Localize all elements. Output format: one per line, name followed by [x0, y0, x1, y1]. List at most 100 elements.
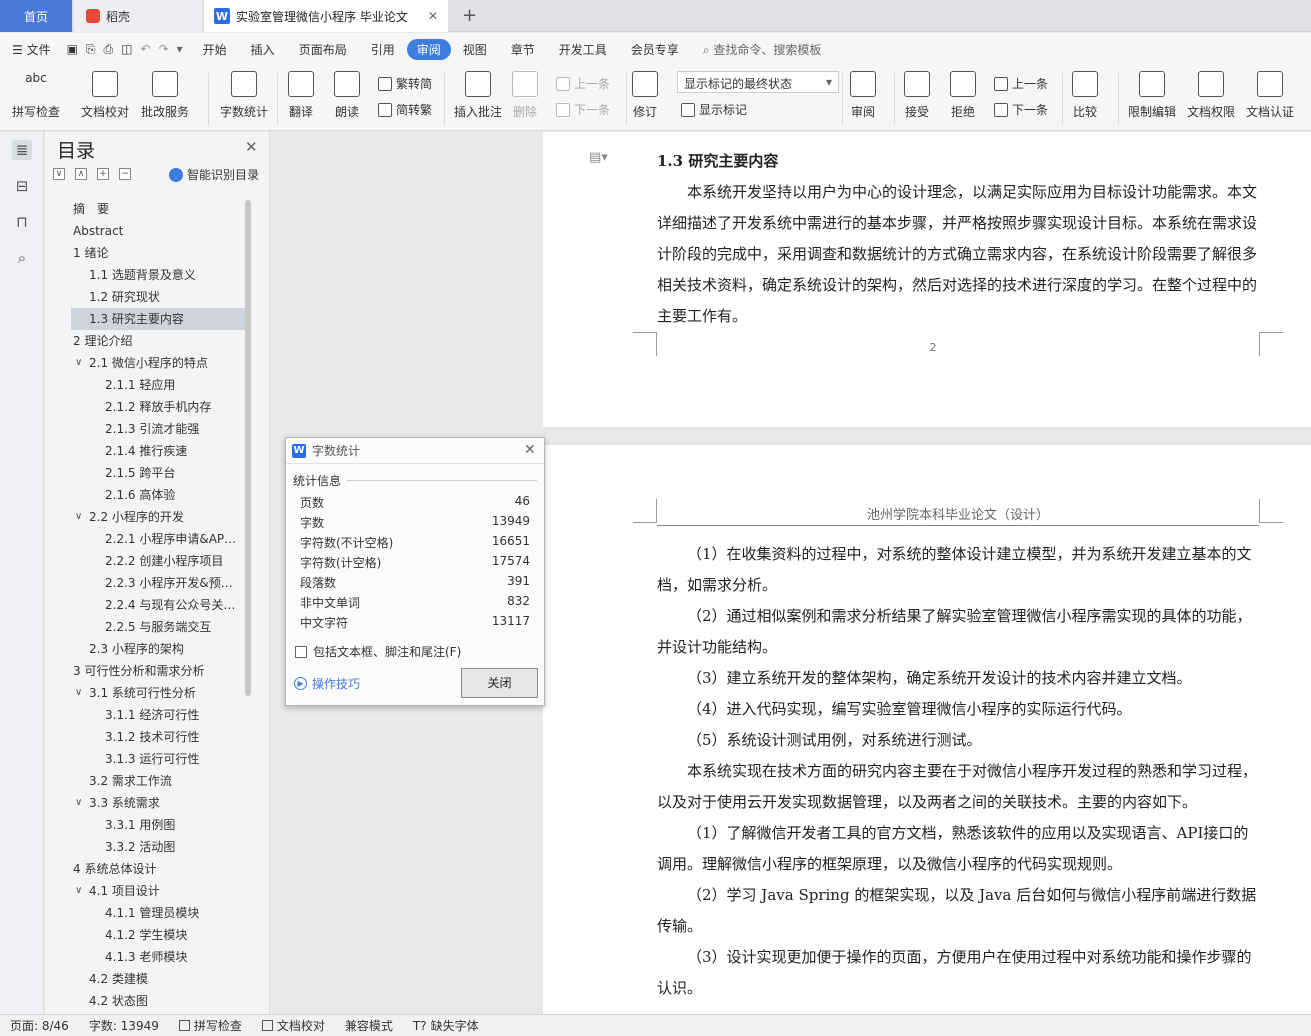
outline-item[interactable]: 3.3.2 活动图: [71, 836, 245, 858]
search-icon[interactable]: ⌕: [12, 248, 32, 268]
menu-member[interactable]: 会员专享: [619, 41, 691, 58]
outline-item[interactable]: 2.1.3 引流才能强: [71, 418, 245, 440]
outline-item[interactable]: 2.2.5 与服务端交互: [71, 616, 245, 638]
close-button[interactable]: 关闭: [461, 668, 538, 698]
doc-auth-button[interactable]: 文档认证: [1246, 71, 1294, 120]
spell-check-button[interactable]: abc 拼写检查: [12, 71, 60, 120]
markup-state-select[interactable]: 显示标记的最终状态 ▾: [677, 71, 839, 93]
new-tab-button[interactable]: +: [462, 5, 477, 26]
menu-file[interactable]: ☰ 文件: [0, 41, 63, 58]
outline-item[interactable]: 3.1.1 经济可行性: [71, 704, 245, 726]
word-count-indicator[interactable]: 字数: 13949: [79, 1017, 169, 1034]
outline-item[interactable]: ∨ 2.2 小程序的开发: [71, 506, 245, 528]
show-markup-button[interactable]: 显示标记: [681, 101, 747, 118]
outline-item[interactable]: 2.2.2 创建小程序项目: [71, 550, 245, 572]
tab-home[interactable]: 首页: [0, 0, 72, 32]
menu-insert[interactable]: 插入: [239, 41, 287, 58]
next-change-button[interactable]: 下一条: [994, 101, 1048, 118]
tab-document[interactable]: W 实验室管理微信小程序 毕业论文 ✕: [204, 0, 448, 32]
trad-to-simp-button[interactable]: 繁转简: [378, 75, 432, 92]
tips-link[interactable]: ▶ 操作技巧: [294, 675, 360, 692]
outline-item[interactable]: 3.1.2 技术可行性: [71, 726, 245, 748]
redo-icon[interactable]: ↷: [155, 42, 173, 56]
outline-item[interactable]: 3.3.1 用例图: [71, 814, 245, 836]
reject-button[interactable]: 拒绝: [950, 71, 976, 120]
command-search[interactable]: ⌕ 查找命令、搜索模板: [691, 41, 834, 58]
simp-to-trad-button[interactable]: 简转繁: [378, 101, 432, 118]
outline-item[interactable]: 4.1.2 学生模块: [71, 924, 245, 946]
outline-item[interactable]: ∨3 可行性分析和需求分析: [71, 660, 245, 682]
preview-icon[interactable]: ◫: [117, 42, 136, 56]
menu-review[interactable]: 审阅: [406, 38, 451, 60]
outline-item[interactable]: 2.1.1 轻应用: [71, 374, 245, 396]
undo-icon[interactable]: ↶: [137, 42, 155, 56]
outline-item[interactable]: 2.2.3 小程序开发&预…: [71, 572, 245, 594]
compat-mode-status[interactable]: 兼容模式: [335, 1017, 403, 1034]
outline-item[interactable]: Abstract: [71, 220, 245, 242]
prev-comment-button[interactable]: 上一条: [556, 75, 610, 92]
outline-item[interactable]: 1.3 研究主要内容: [71, 308, 245, 330]
menu-layout[interactable]: 页面布局: [287, 41, 359, 58]
correction-service-button[interactable]: 批改服务: [141, 71, 189, 120]
close-icon[interactable]: ✕: [524, 442, 536, 458]
outline-item[interactable]: ∨ 2.1 微信小程序的特点: [71, 352, 245, 374]
delete-comment-button[interactable]: 删除: [512, 71, 538, 120]
word-count-button[interactable]: 字数统计: [220, 71, 268, 120]
close-icon[interactable]: ✕: [245, 138, 258, 156]
missing-font-status[interactable]: T? 缺失字体: [403, 1017, 489, 1034]
tab-shell[interactable]: 稻壳: [74, 0, 202, 32]
chevron-down-icon[interactable]: ∨: [75, 682, 82, 704]
menu-developer[interactable]: 开发工具: [547, 41, 619, 58]
chevron-down-icon[interactable]: ∨: [75, 506, 82, 528]
outline-item[interactable]: 3.2 需求工作流: [71, 770, 245, 792]
outline-item[interactable]: ∨ 3.1 系统可行性分析: [71, 682, 245, 704]
outline-item[interactable]: ∨2 理论介绍: [71, 330, 245, 352]
remove-heading-icon[interactable]: −: [119, 168, 131, 180]
outline-item[interactable]: 2.2.1 小程序申请&AP…: [71, 528, 245, 550]
outline-item[interactable]: 4.1.1 管理员模块: [71, 902, 245, 924]
menu-references[interactable]: 引用: [359, 41, 407, 58]
restrict-edit-button[interactable]: 限制编辑: [1128, 71, 1176, 120]
outline-item[interactable]: 4.2 类建模: [71, 968, 245, 990]
spell-check-status[interactable]: 拼写检查: [169, 1017, 252, 1034]
include-textbox-checkbox[interactable]: 包括文本框、脚注和尾注(F): [295, 643, 461, 660]
proofread-status[interactable]: 文档校对: [252, 1017, 335, 1034]
outline-item[interactable]: ∨4 系统总体设计: [71, 858, 245, 880]
chevron-down-icon[interactable]: ∨: [75, 880, 82, 902]
outline-item[interactable]: ∨ 4.1 项目设计: [71, 880, 245, 902]
accept-button[interactable]: 接受: [904, 71, 930, 120]
prev-change-button[interactable]: 上一条: [994, 75, 1048, 92]
outline-item[interactable]: ∨1 绪论: [71, 242, 245, 264]
paragraph-format-icon[interactable]: ▤▾: [589, 150, 608, 165]
outline-item[interactable]: 1.2 研究现状: [71, 286, 245, 308]
outline-item[interactable]: 4.2 状态图: [71, 990, 245, 1012]
customize-icon[interactable]: ▾: [173, 42, 191, 56]
outline-scrollbar[interactable]: [245, 200, 251, 696]
chevron-down-icon[interactable]: ∨: [75, 792, 82, 814]
next-comment-button[interactable]: 下一条: [556, 101, 610, 118]
chevron-down-icon[interactable]: ∨: [75, 352, 82, 374]
bookmark-icon[interactable]: ⊓: [12, 212, 32, 232]
outline-item[interactable]: ∨ 3.3 系统需求: [71, 792, 245, 814]
outline-item[interactable]: 2.1.6 高体验: [71, 484, 245, 506]
outline-item[interactable]: 3.1.3 运行可行性: [71, 748, 245, 770]
compare-button[interactable]: 比较: [1072, 71, 1098, 120]
insert-comment-button[interactable]: 插入批注: [454, 71, 502, 120]
doc-rights-button[interactable]: 文档权限: [1187, 71, 1235, 120]
outline-item[interactable]: 1.1 选题背景及意义: [71, 264, 245, 286]
page-indicator[interactable]: 页面: 8/46: [0, 1017, 79, 1034]
expand-icon[interactable]: ∧: [75, 168, 87, 180]
print-icon[interactable]: ⎙: [100, 42, 118, 57]
outline-item[interactable]: 2.3 小程序的架构: [71, 638, 245, 660]
chapter-nav-icon[interactable]: ⊟: [12, 176, 32, 196]
track-changes-button[interactable]: 修订: [632, 71, 658, 120]
save-icon[interactable]: ▣: [63, 42, 82, 56]
add-heading-icon[interactable]: +: [97, 168, 109, 180]
translate-button[interactable]: 翻译: [288, 71, 314, 120]
outline-item[interactable]: 2.1.4 推行疾速: [71, 440, 245, 462]
outline-item[interactable]: 2.1.2 释放手机内存: [71, 396, 245, 418]
menu-view[interactable]: 视图: [451, 41, 499, 58]
review-pane-button[interactable]: 审阅: [850, 71, 876, 120]
menu-chapter[interactable]: 章节: [499, 41, 547, 58]
read-aloud-button[interactable]: 朗读: [334, 71, 360, 120]
